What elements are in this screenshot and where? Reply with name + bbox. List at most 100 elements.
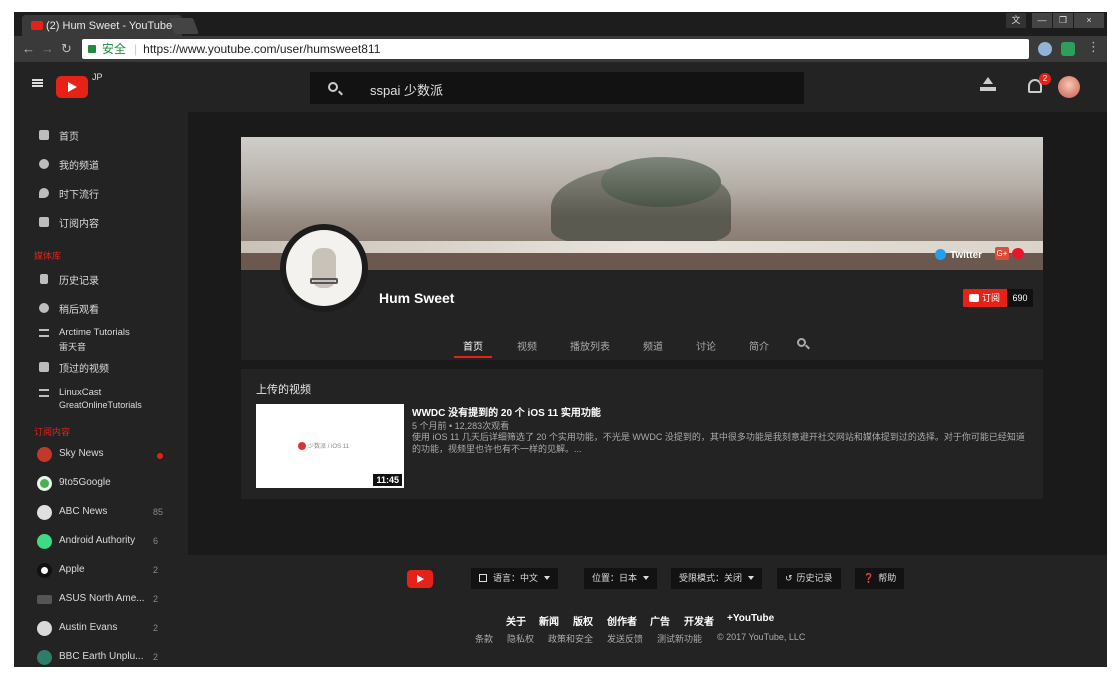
- subscriptions-heading: 订阅内容: [34, 427, 71, 437]
- sidebar-subscription-item[interactable]: 9to5Google: [14, 471, 188, 497]
- extension-icon[interactable]: [1038, 42, 1052, 56]
- location-label: 位置：日本: [592, 573, 638, 583]
- url-field[interactable]: 安全 | https://www.youtube.com/user/humsweet…: [82, 39, 1029, 59]
- language-icon: [479, 574, 487, 582]
- sidebar-subscription-item[interactable]: ABC News 85: [14, 500, 188, 526]
- tab-playlists[interactable]: 播放列表: [570, 338, 610, 353]
- sidebar-item-my-channel[interactable]: 我的频道: [14, 151, 188, 177]
- uploads-heading[interactable]: 上传的视频: [256, 381, 311, 397]
- sidebar-item-subscriptions[interactable]: 订阅内容: [14, 209, 188, 235]
- home-icon: [39, 130, 49, 140]
- search-icon[interactable]: [328, 82, 338, 92]
- minimize-button[interactable]: —: [1032, 13, 1052, 28]
- language-label: 语言：中文: [493, 573, 539, 583]
- footer-link[interactable]: 隐私权: [507, 632, 534, 645]
- sidebar-subscription-item[interactable]: Austin Evans 2: [14, 616, 188, 642]
- footer-link[interactable]: 广告: [650, 613, 670, 628]
- channel-page: Twitter G+ Hum Sweet 订阅 690 首页 视频 播放列表 频…: [188, 112, 1107, 555]
- chevron-down-icon: [748, 576, 755, 580]
- subscribe-button[interactable]: 订阅: [963, 289, 1007, 307]
- playlist-icon: [39, 389, 49, 397]
- footer-link[interactable]: 政策和安全: [548, 632, 593, 645]
- sidebar-subscription-item[interactable]: Android Authority 6: [14, 529, 188, 555]
- video-thumbnail[interactable]: 少数派 / iOS 11 11:45: [256, 404, 404, 488]
- user-avatar[interactable]: [1058, 76, 1080, 98]
- address-bar-row: ← → ↻ 安全 | https://www.youtube.com/user/hu…: [14, 36, 1107, 62]
- sidebar-item-sublabel: GreatOnlineTutorials: [59, 400, 142, 410]
- tab-channels[interactable]: 频道: [643, 338, 663, 353]
- sidebar-subscription-item[interactable]: ASUS North Ame... 2: [14, 587, 188, 613]
- channel-search-icon[interactable]: [797, 338, 806, 347]
- close-window-button[interactable]: ×: [1074, 13, 1104, 28]
- footer-link[interactable]: 创作者: [607, 613, 637, 628]
- tab-videos[interactable]: 视频: [517, 338, 537, 353]
- youtube-logo[interactable]: [56, 76, 88, 98]
- browser-menu-icon[interactable]: ⋮: [1087, 40, 1100, 54]
- new-video-count: 2: [153, 652, 159, 662]
- sidebar-item-label: Sky News: [59, 448, 104, 459]
- subscriptions-icon: [39, 217, 49, 227]
- upload-icon[interactable]: [980, 77, 996, 93]
- help-icon: ❓: [863, 573, 875, 583]
- restricted-mode-button[interactable]: 受限模式：关闭: [671, 568, 763, 589]
- footer-link[interactable]: 测试新功能: [657, 632, 702, 645]
- sidebar-item-sublabel: 雷天音: [59, 342, 87, 352]
- sidebar-subscription-item[interactable]: Apple 2: [14, 558, 188, 584]
- sidebar-item-liked-videos[interactable]: 顶过的视频: [14, 354, 188, 380]
- tab-title: (2) Hum Sweet - YouTube: [46, 20, 173, 32]
- footer-link[interactable]: 发送反馈: [607, 632, 643, 645]
- channel-name: Hum Sweet: [379, 290, 455, 306]
- chevron-down-icon: [544, 576, 551, 580]
- sidebar-subscription-item[interactable]: BBC Earth Unplu... 2: [14, 645, 188, 667]
- sidebar-item-playlist[interactable]: Arctime Tutorials 雷天音: [14, 321, 188, 353]
- extension-icon[interactable]: [1061, 42, 1075, 56]
- footer-link[interactable]: 新闻: [539, 613, 559, 628]
- video-title[interactable]: WWDC 没有提到的 20 个 iOS 11 实用功能: [412, 404, 601, 419]
- tab-about[interactable]: 简介: [749, 338, 769, 353]
- twitter-link[interactable]: Twitter: [935, 249, 982, 261]
- search-bar[interactable]: sspai 少数派: [310, 72, 804, 104]
- search-input[interactable]: sspai 少数派: [370, 80, 443, 99]
- language-button[interactable]: 语言：中文: [471, 568, 559, 589]
- location-button[interactable]: 位置：日本: [584, 568, 658, 589]
- weibo-icon[interactable]: [1012, 248, 1024, 259]
- maximize-button[interactable]: ❐: [1053, 13, 1073, 28]
- browser-tab[interactable]: (2) Hum Sweet - YouTube ×: [22, 15, 182, 37]
- footer-link[interactable]: +YouTube: [727, 613, 774, 624]
- channel-avatar: [37, 650, 52, 665]
- reload-icon[interactable]: ↻: [61, 42, 72, 56]
- tab-home[interactable]: 首页: [463, 338, 483, 353]
- footer-link[interactable]: 关于: [506, 613, 526, 628]
- footer-link[interactable]: 条款: [475, 632, 493, 645]
- sidebar-item-trending[interactable]: 时下流行: [14, 180, 188, 206]
- sidebar-item-label: Apple: [59, 564, 85, 575]
- back-icon[interactable]: ←: [22, 42, 35, 56]
- hamburger-menu-icon[interactable]: [32, 79, 43, 87]
- new-video-count: 6: [153, 536, 159, 546]
- video-duration: 11:45: [373, 474, 402, 486]
- avatar-glasses: [310, 278, 338, 284]
- footer-link[interactable]: 版权: [573, 613, 593, 628]
- new-tab-button[interactable]: [169, 18, 199, 34]
- history-button[interactable]: ↺ 历史记录: [777, 568, 841, 589]
- forward-icon[interactable]: →: [41, 42, 54, 56]
- translate-button[interactable]: 文: [1006, 13, 1026, 28]
- google-plus-icon[interactable]: G+: [995, 247, 1009, 260]
- help-button[interactable]: ❓ 帮助: [855, 568, 905, 589]
- sidebar-item-history[interactable]: 历史记录: [14, 266, 188, 292]
- sidebar-item-watch-later[interactable]: 稍后观看: [14, 295, 188, 321]
- clock-icon: [39, 303, 49, 313]
- footer-youtube-logo[interactable]: [407, 570, 433, 588]
- footer-link[interactable]: 开发者: [684, 613, 714, 628]
- lock-icon: [88, 45, 96, 53]
- sspai-logo-icon: [298, 442, 306, 450]
- sidebar-item-label: 顶过的视频: [59, 364, 109, 375]
- sidebar-item-playlist[interactable]: LinuxCast GreatOnlineTutorials: [14, 381, 188, 413]
- sidebar-subscription-item[interactable]: Sky News: [14, 442, 188, 468]
- sidebar-item-label: Austin Evans: [59, 622, 118, 633]
- tab-discussion[interactable]: 讨论: [696, 338, 716, 353]
- region-label: JP: [92, 72, 103, 82]
- sidebar-item-home[interactable]: 首页: [14, 122, 188, 148]
- sidebar-item-label: 时下流行: [59, 190, 99, 201]
- browser-window: (2) Hum Sweet - YouTube × 文 — ❐ × ← → ↻ …: [14, 12, 1107, 667]
